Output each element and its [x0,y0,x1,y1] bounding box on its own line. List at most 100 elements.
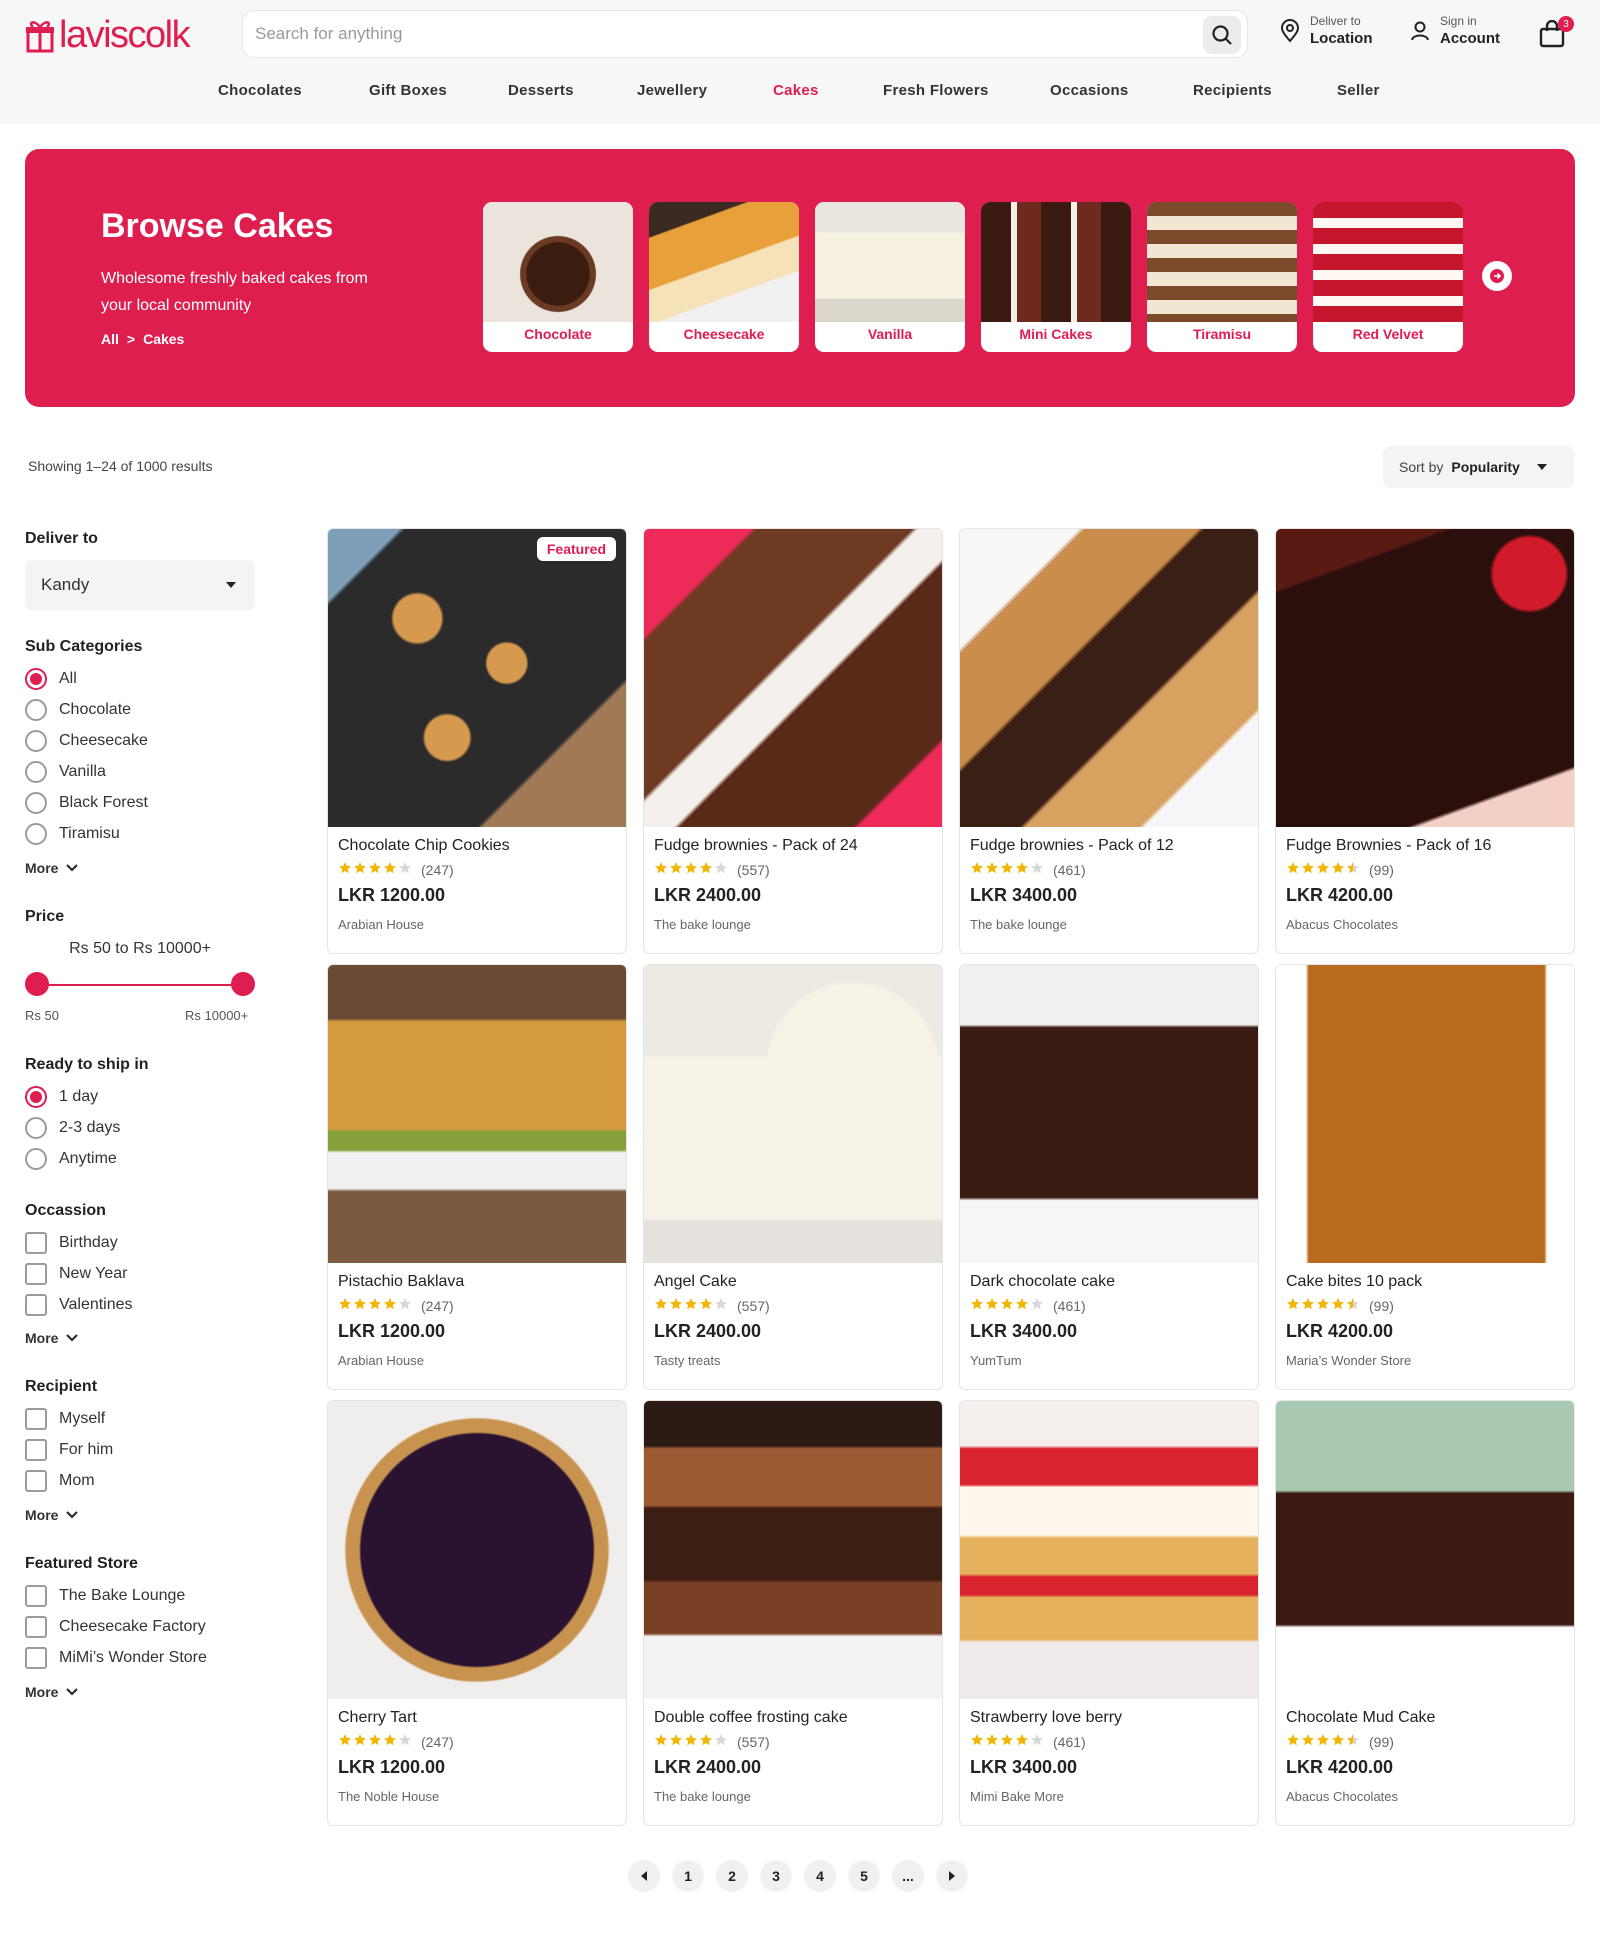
cart-button[interactable]: 3 [1538,16,1574,50]
account-button[interactable]: Sign in Account [1410,14,1500,47]
product-image[interactable] [960,965,1258,1263]
recipient-option[interactable]: Myself [25,1408,105,1430]
product-card[interactable]: Angel Cake (557) LKR 2400.00 Tasty treats [643,964,943,1390]
product-store[interactable]: The bake lounge [654,1789,751,1804]
nav-seller[interactable]: Seller [1337,82,1380,99]
product-card[interactable]: Fudge brownies - Pack of 12 (461) LKR 3400… [959,528,1259,954]
product-store[interactable]: The bake lounge [970,917,1067,932]
site-logo[interactable]: laviscolk [25,14,191,57]
category-card-tiramisu[interactable]: Tiramisu [1147,202,1297,352]
product-image[interactable] [328,965,626,1263]
product-card[interactable]: Double coffee frosting cake (557) LKR 2400… [643,1400,943,1826]
subcategory-option[interactable]: Chocolate [25,699,131,721]
product-store[interactable]: Arabian House [338,917,424,932]
breadcrumb-all[interactable]: All [101,331,119,347]
price-slider-min-handle[interactable] [25,972,49,996]
subcategory-option[interactable]: Black Forest [25,792,148,814]
deliver-location-button[interactable]: Deliver to Location [1280,14,1373,47]
product-image[interactable] [644,1401,942,1699]
occasion-more-button[interactable]: More [25,1330,79,1346]
product-store[interactable]: YumTum [970,1353,1022,1368]
product-card[interactable]: Fudge brownies - Pack of 24 (557) LKR 2400… [643,528,943,954]
product-store[interactable]: Maria’s Wonder Store [1286,1353,1411,1368]
store-option[interactable]: MiMi’s Wonder Store [25,1647,207,1669]
nav-fresh-flowers[interactable]: Fresh Flowers [883,82,989,99]
category-card-cheesecake[interactable]: Cheesecake [649,202,799,352]
recipient-option[interactable]: For him [25,1439,113,1461]
occasion-option[interactable]: Valentines [25,1294,133,1316]
nav-desserts[interactable]: Desserts [508,82,574,99]
nav-occasions[interactable]: Occasions [1050,82,1129,99]
page-1-button[interactable]: 1 [672,1860,704,1892]
sort-dropdown[interactable]: Sort by Popularity [1383,446,1574,488]
product-store[interactable]: The Noble House [338,1789,439,1804]
product-title[interactable]: Cake bites 10 pack [1286,1273,1422,1291]
shipping-option[interactable]: 2-3 days [25,1117,120,1139]
price-slider-max-handle[interactable] [231,972,255,996]
product-title[interactable]: Fudge brownies - Pack of 12 [970,837,1174,855]
recipient-more-button[interactable]: More [25,1507,79,1523]
product-image[interactable] [644,529,942,827]
shipping-option[interactable]: Anytime [25,1148,117,1170]
category-card-chocolate[interactable]: Chocolate [483,202,633,352]
deliver-location-select[interactable]: Kandy [25,560,255,610]
category-card-red-velvet[interactable]: Red Velvet [1313,202,1463,352]
occasion-option[interactable]: Birthday [25,1232,118,1254]
product-store[interactable]: Tasty treats [654,1353,720,1368]
product-card[interactable]: Fudge Brownies - Pack of 16 (99) LKR 4200.… [1275,528,1575,954]
product-image[interactable] [1276,1401,1574,1699]
product-title[interactable]: Chocolate Mud Cake [1286,1709,1435,1727]
product-title[interactable]: Double coffee frosting cake [654,1709,848,1727]
product-store[interactable]: Abacus Chocolates [1286,1789,1398,1804]
nav-gift-boxes[interactable]: Gift Boxes [369,82,447,99]
subcategory-option[interactable]: All [25,668,77,690]
search-button[interactable] [1203,16,1241,54]
store-option[interactable]: The Bake Lounge [25,1585,185,1607]
product-store[interactable]: The bake lounge [654,917,751,932]
product-store[interactable]: Abacus Chocolates [1286,917,1398,932]
nav-cakes[interactable]: Cakes [773,82,819,99]
recipient-option[interactable]: Mom [25,1470,95,1492]
shipping-option[interactable]: 1 day [25,1086,98,1108]
subcategory-option[interactable]: Cheesecake [25,730,148,752]
product-image[interactable] [1276,965,1574,1263]
carousel-next-button[interactable] [1482,261,1512,291]
subcategory-more-button[interactable]: More [25,860,79,876]
page-4-button[interactable]: 4 [804,1860,836,1892]
page-3-button[interactable]: 3 [760,1860,792,1892]
product-title[interactable]: Chocolate Chip Cookies [338,837,510,855]
search-input[interactable] [255,11,1155,57]
store-option[interactable]: Cheesecake Factory [25,1616,206,1638]
nav-chocolates[interactable]: Chocolates [218,82,302,99]
category-card-mini-cakes[interactable]: Mini Cakes [981,202,1131,352]
product-card[interactable]: Featured Chocolate Chip Cookies (247) LKR 1… [327,528,627,954]
product-card[interactable]: Dark chocolate cake (461) LKR 3400.00 YumTu… [959,964,1259,1390]
page-2-button[interactable]: 2 [716,1860,748,1892]
category-card-vanilla[interactable]: Vanilla [815,202,965,352]
product-image[interactable] [960,1401,1258,1699]
nav-jewellery[interactable]: Jewellery [637,82,707,99]
product-card[interactable]: Pistachio Baklava (247) LKR 1200.00 Arabian… [327,964,627,1390]
product-image[interactable] [328,1401,626,1699]
product-store[interactable]: Mimi Bake More [970,1789,1064,1804]
product-card[interactable]: Strawberry love berry (461) LKR 3400.00 Mim… [959,1400,1259,1826]
product-title[interactable]: Fudge Brownies - Pack of 16 [1286,837,1491,855]
product-title[interactable]: Dark chocolate cake [970,1273,1115,1291]
product-store[interactable]: Arabian House [338,1353,424,1368]
product-image[interactable] [328,529,626,827]
product-title[interactable]: Strawberry love berry [970,1709,1122,1727]
page-5-button[interactable]: 5 [848,1860,880,1892]
nav-recipients[interactable]: Recipients [1193,82,1272,99]
product-title[interactable]: Pistachio Baklava [338,1273,464,1291]
product-card[interactable]: Cake bites 10 pack (99) LKR 4200.00 Maria’s… [1275,964,1575,1390]
product-image[interactable] [1276,529,1574,827]
product-title[interactable]: Fudge brownies - Pack of 24 [654,837,858,855]
product-card[interactable]: Chocolate Mud Cake (99) LKR 4200.00 Abacus … [1275,1400,1575,1826]
breadcrumb-cakes[interactable]: Cakes [143,331,184,347]
product-card[interactable]: Cherry Tart (247) LKR 1200.00 The Noble Hou… [327,1400,627,1826]
prev-page-button[interactable] [628,1860,660,1892]
subcategory-option[interactable]: Vanilla [25,761,106,783]
product-image[interactable] [960,529,1258,827]
subcategory-option[interactable]: Tiramisu [25,823,120,845]
store-more-button[interactable]: More [25,1684,79,1700]
